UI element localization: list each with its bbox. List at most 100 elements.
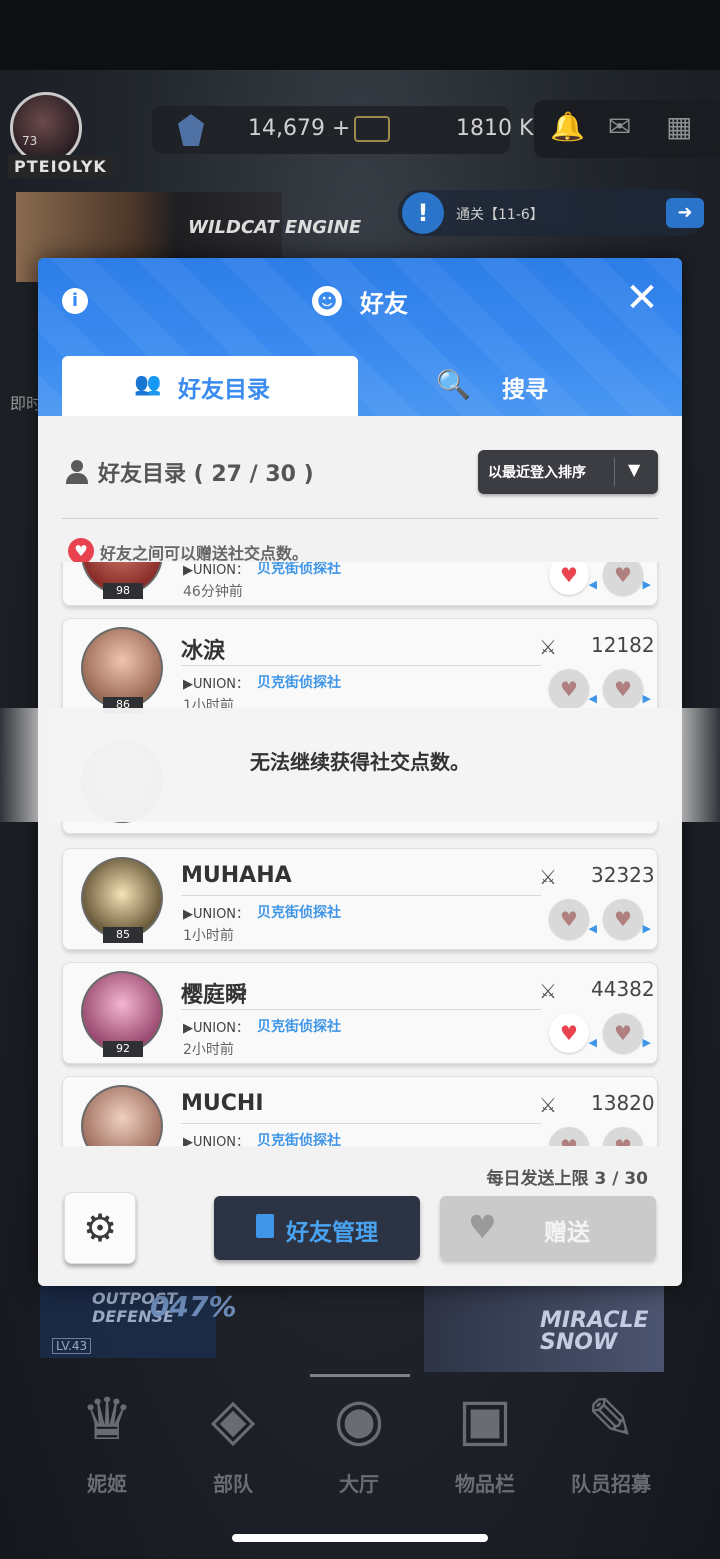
friend-name: 樱庭瞬: [181, 983, 248, 1008]
combat-power: 12182: [591, 633, 655, 657]
credit-icon: [354, 116, 390, 142]
send-heart-button[interactable]: ♥ ▶: [603, 669, 651, 709]
friend-card[interactable]: 92 樱庭瞬 ▶UNION： 贝克街侦探社 2小时前 ⚔ 44382 ♥ ◀ ♥ ▶: [62, 962, 658, 1064]
union-name: 贝克街侦探社: [257, 1133, 341, 1146]
nav-lobby[interactable]: ◉ 大厅: [304, 1384, 414, 1497]
friend-list-count: 好友目录 ( 27 / 30 ): [98, 462, 314, 487]
tab-label: 好友目录: [178, 377, 270, 403]
mail-icon[interactable]: ✉: [608, 110, 631, 143]
quest-arrow-icon[interactable]: ➜: [666, 198, 704, 228]
bell-icon[interactable]: 🔔: [550, 110, 585, 143]
banner-title: WILDCAT ENGINE: [188, 217, 362, 238]
friend-manage-button[interactable]: 好友管理: [214, 1196, 420, 1260]
daily-send-limit: 每日发送上限 3 / 30: [486, 1169, 648, 1189]
close-icon[interactable]: ✕: [622, 278, 662, 318]
union-name: 贝克街侦探社: [257, 562, 341, 577]
friend-card[interactable]: 86 冰淚 ▶UNION： 贝克街侦探社 1小时前 ⚔ 12182 ♥ ◀ ♥ ▶: [62, 618, 658, 720]
card-divider: [181, 895, 541, 896]
outpost-level: LV.43: [52, 1338, 92, 1354]
recruit-icon: ✎: [586, 1385, 636, 1453]
gift-label: 赠送: [544, 1220, 590, 1246]
received-heart-button[interactable]: ♥ ◀: [549, 1013, 597, 1053]
card-divider: [181, 665, 541, 666]
nav-recruit[interactable]: ✎ 队员招募: [556, 1384, 666, 1497]
union-label: ▶UNION：: [183, 563, 250, 578]
card-divider: [181, 1123, 541, 1124]
menu-grid-icon[interactable]: ▦: [666, 110, 692, 143]
friend-card[interactable]: 85 MUHAHA ▶UNION： 贝克街侦探社 1小时前 ⚔ 32323 ♥ ◀…: [62, 848, 658, 950]
union-name: 贝克街侦探社: [257, 1019, 341, 1035]
outpost-title: OUTPOST DEFENSE: [92, 1289, 178, 1326]
crossed-swords-icon: ⚔: [539, 865, 557, 889]
received-heart-button[interactable]: ♥ ◀: [549, 899, 597, 939]
nav-inventory[interactable]: ▣ 物品栏: [430, 1384, 540, 1497]
arrow-left-icon: ◀: [588, 922, 597, 935]
gift-hint: 好友之间可以赠送社交点数。: [100, 544, 309, 563]
inventory-icon: ▣: [457, 1385, 513, 1453]
friend-card[interactable]: MUCHI ▶UNION： 贝克街侦探社 ⚔ 13820 ♥ ♥: [62, 1076, 658, 1146]
settings-button[interactable]: ⚙: [64, 1192, 136, 1264]
card-divider: [181, 1009, 541, 1010]
gear-icon: ⚙: [82, 1206, 118, 1250]
heart-icon: ♥: [468, 1208, 497, 1246]
send-heart-button[interactable]: ♥ ▶: [603, 1013, 651, 1053]
nikke-icon: ♛: [81, 1385, 133, 1453]
player-avatar[interactable]: [10, 92, 82, 164]
nav-squad[interactable]: ◈ 部队: [178, 1384, 288, 1497]
crossed-swords-icon: ⚔: [539, 1093, 557, 1117]
received-heart-button[interactable]: ♥ ◀: [549, 562, 597, 595]
friend-level: 85: [103, 927, 143, 943]
home-indicator[interactable]: [232, 1534, 488, 1542]
crossed-swords-icon: ⚔: [539, 635, 557, 659]
gift-button[interactable]: ♥ 赠送: [440, 1196, 656, 1260]
divider: [62, 518, 658, 519]
sort-dropdown[interactable]: 以最近登入排序 ▼: [478, 450, 658, 494]
heart-icon: ♥: [68, 538, 94, 564]
nav-nikke[interactable]: ♛ 妮姬: [52, 1384, 162, 1497]
arrow-right-icon: ▶: [642, 578, 651, 591]
union-label: ▶UNION：: [183, 1021, 250, 1036]
combat-power: 32323: [591, 863, 655, 887]
union-name: 贝克街侦探社: [257, 905, 341, 921]
info-icon[interactable]: i: [62, 288, 88, 314]
received-heart-button[interactable]: ♥ ◀: [549, 669, 597, 709]
union-label: ▶UNION：: [183, 1135, 250, 1146]
union-name: 贝克街侦探社: [257, 675, 341, 691]
nav-active-indicator: [310, 1374, 410, 1377]
combat-power: 13820: [591, 1091, 655, 1115]
send-heart-button[interactable]: ♥: [603, 1127, 643, 1146]
send-heart-button[interactable]: ♥ ▶: [603, 899, 651, 939]
lobby-icon: ◉: [333, 1385, 385, 1453]
last-login: 46分钟前: [183, 584, 243, 600]
friend-level: 92: [103, 1041, 143, 1057]
friend-name: MUHAHA: [181, 863, 292, 888]
credit-count: 1810 K: [456, 116, 534, 141]
tab-friend-list[interactable]: 👥 好友目录: [62, 356, 358, 416]
friend-name: MUCHI: [181, 1091, 264, 1116]
friend-list[interactable]: 98 ▶UNION： 贝克街侦探社 46分钟前 ♥ ◀ ♥ ▶ 86 冰淚 ▶UNI…: [38, 562, 682, 1146]
dialog-title: 好友: [360, 290, 408, 318]
arrow-left-icon: ◀: [588, 1036, 597, 1049]
users-icon: 👥: [134, 372, 162, 397]
dropdown-separator: [614, 458, 615, 486]
search-icon: 🔍: [436, 368, 471, 401]
tab-search[interactable]: 🔍 搜寻: [358, 356, 682, 416]
toast-message: 无法继续获得社交点数。: [0, 708, 720, 822]
status-bar: [0, 0, 720, 70]
person-icon: [66, 460, 88, 484]
union-label: ▶UNION：: [183, 907, 250, 922]
friend-card[interactable]: 98 ▶UNION： 贝克街侦探社 46分钟前 ♥ ◀ ♥ ▶: [62, 562, 658, 606]
last-login: 2小时前: [183, 1042, 234, 1058]
received-heart-button[interactable]: ♥: [549, 1127, 589, 1146]
quest-alert-icon: !: [402, 192, 444, 234]
friend-name: 冰淚: [181, 639, 226, 664]
combat-power: 44382: [591, 977, 655, 1001]
crossed-swords-icon: ⚔: [539, 979, 557, 1003]
send-heart-button[interactable]: ♥ ▶: [603, 562, 651, 595]
friend-avatar: [81, 1085, 163, 1146]
union-label: ▶UNION：: [183, 677, 250, 692]
arrow-right-icon: ▶: [642, 1036, 651, 1049]
quest-text: 通关【11-6】: [456, 207, 544, 223]
gem-count[interactable]: 14,679 +: [248, 116, 350, 141]
document-icon: [256, 1214, 274, 1238]
